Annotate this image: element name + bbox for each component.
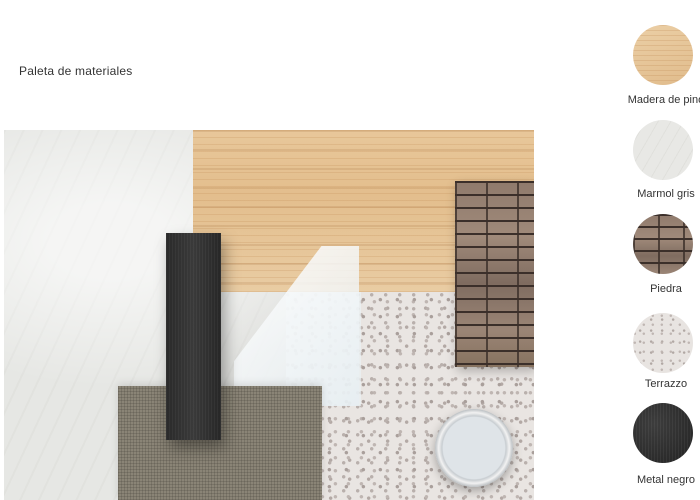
paint-can-sample xyxy=(435,409,513,487)
wood-swatch[interactable] xyxy=(633,25,693,85)
material-moodboard xyxy=(4,130,534,500)
stone-swatch[interactable] xyxy=(633,214,693,274)
swatch-label-wood: Madera de pino xyxy=(627,94,700,106)
black-metal-sample xyxy=(166,233,221,440)
swatch-list: Madera de pino Marmol gris Piedra Terraz… xyxy=(610,0,700,500)
swatch-label-metal: Metal negro xyxy=(636,474,696,486)
page-title: Paleta de materiales xyxy=(19,64,133,78)
swatch-label-terrazzo: Terrazzo xyxy=(644,378,688,390)
swatch-label-marble: Marmol gris xyxy=(637,188,695,200)
stone-sample xyxy=(455,181,534,367)
swatch-label-stone: Piedra xyxy=(650,283,682,295)
marble-swatch[interactable] xyxy=(633,120,693,180)
terrazzo-swatch[interactable] xyxy=(633,313,693,373)
metal-swatch[interactable] xyxy=(633,403,693,463)
